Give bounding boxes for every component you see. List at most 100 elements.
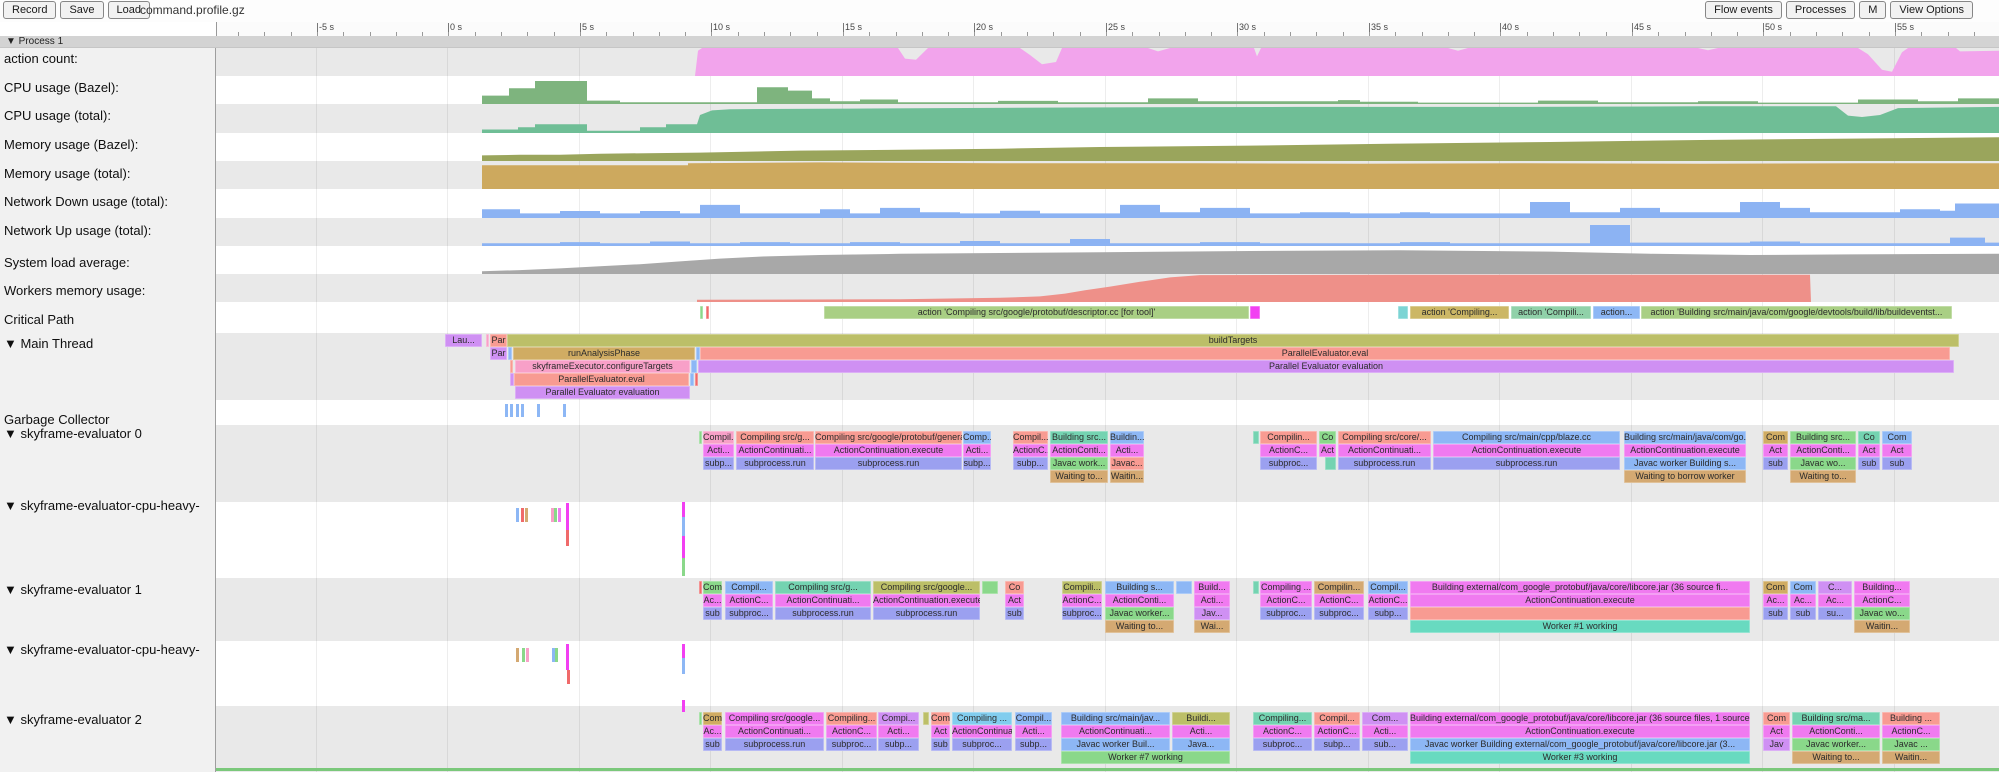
trace-slice[interactable]: subproc...: [725, 607, 773, 620]
trace-slice[interactable]: Build...: [1194, 581, 1230, 594]
trace-slice[interactable]: Building src...: [1050, 431, 1108, 444]
trace-slice[interactable]: ActionContinuation.execute: [1433, 444, 1620, 457]
trace-slice[interactable]: [510, 360, 513, 373]
trace-slice[interactable]: Compilin...: [1314, 581, 1364, 594]
trace-slice[interactable]: Worker #7 working: [1061, 751, 1230, 764]
trace-slice[interactable]: ActionContinuati...: [725, 725, 824, 738]
trace-slice[interactable]: [982, 581, 998, 594]
trace-slice[interactable]: subp...: [878, 738, 919, 751]
trace-slice[interactable]: sub: [1763, 607, 1788, 620]
trace-slice[interactable]: Building src/ma...: [1792, 712, 1880, 725]
trace-tick[interactable]: [566, 644, 569, 670]
counter-chart-net-up[interactable]: [216, 218, 1999, 246]
trace-slice[interactable]: Com: [1790, 581, 1816, 594]
trace-slice[interactable]: Waitin...: [1110, 470, 1144, 483]
trace-slice[interactable]: Compili...: [1062, 581, 1102, 594]
trace-slice[interactable]: Building src...: [1790, 431, 1856, 444]
trace-slice[interactable]: Acti...: [1110, 444, 1144, 457]
trace-slice[interactable]: ActionConti...: [1105, 594, 1174, 607]
trace-slice[interactable]: Worker #3 working: [1410, 751, 1750, 764]
trace-slice[interactable]: Ac...: [1790, 594, 1816, 607]
trace-slice[interactable]: ActionContinuation.execute: [815, 444, 962, 457]
trace-slice[interactable]: subp...: [1015, 738, 1052, 751]
trace-slice[interactable]: Javac wo...: [1854, 607, 1910, 620]
trace-slice[interactable]: Compiling...: [1253, 712, 1312, 725]
trace-slice[interactable]: Co: [1319, 431, 1336, 444]
toolbar-button-flow-events[interactable]: Flow events: [1705, 1, 1782, 19]
trace-slice[interactable]: [699, 581, 702, 594]
trace-slice[interactable]: action 'Compili...: [1511, 306, 1591, 319]
trace-slice[interactable]: Acti...: [878, 725, 919, 738]
trace-slice[interactable]: [699, 712, 702, 725]
trace-slice[interactable]: Building src/main/jav...: [1061, 712, 1170, 725]
trace-slice[interactable]: subprocess.run: [775, 607, 871, 620]
trace-slice[interactable]: [1398, 306, 1408, 319]
trace-slice[interactable]: [486, 334, 489, 347]
trace-slice[interactable]: Compiling ...: [952, 712, 1012, 725]
trace-slice[interactable]: ParallelEvaluator.eval: [700, 347, 1950, 360]
trace-tick[interactable]: [505, 404, 508, 417]
trace-slice[interactable]: Par: [490, 347, 507, 360]
trace-slice[interactable]: Jav...: [1194, 607, 1230, 620]
trace-slice[interactable]: Com: [703, 712, 722, 725]
trace-slice[interactable]: Waitin...: [1854, 620, 1910, 633]
trace-slice[interactable]: subprocess.run: [873, 607, 980, 620]
trace-slice[interactable]: Com: [1763, 712, 1790, 725]
trace-tick[interactable]: [526, 648, 529, 662]
track-label-collapsible[interactable]: ▼ skyframe-evaluator-cpu-heavy-: [4, 642, 200, 657]
trace-slice[interactable]: ActionC...: [1062, 594, 1102, 607]
trace-slice[interactable]: Act: [1858, 444, 1880, 457]
trace-slice[interactable]: [1253, 431, 1259, 444]
trace-tick[interactable]: [682, 502, 685, 517]
trace-tick[interactable]: [682, 536, 685, 558]
trace-tick[interactable]: [537, 404, 540, 417]
trace-slice[interactable]: Building external/com_google_protobuf/ja…: [1410, 581, 1750, 594]
trace-slice[interactable]: Co: [1005, 581, 1024, 594]
trace-slice[interactable]: [508, 347, 512, 360]
trace-slice[interactable]: subprocess.run: [1433, 457, 1620, 470]
trace-tick[interactable]: [563, 404, 566, 417]
trace-slice[interactable]: action 'Building src/main/java/com/googl…: [1641, 306, 1952, 319]
trace-slice[interactable]: ActionContinuation.execute: [1410, 594, 1750, 607]
trace-slice[interactable]: Co: [1858, 431, 1880, 444]
trace-slice[interactable]: ActionC...: [1314, 725, 1360, 738]
trace-slice[interactable]: ActionContinuation.execute: [1624, 444, 1746, 457]
counter-chart-workers-mem[interactable]: [216, 274, 1999, 302]
trace-slice[interactable]: action 'Compiling...: [1410, 306, 1509, 319]
trace-slice[interactable]: sub: [703, 607, 722, 620]
trace-slice[interactable]: Building external/com_google_protobuf/ja…: [1410, 712, 1750, 725]
trace-slice[interactable]: Ac...: [703, 594, 722, 607]
trace-slice[interactable]: skyframeExecutor.configureTargets: [515, 360, 690, 373]
trace-slice[interactable]: Ac...: [1818, 594, 1852, 607]
trace-slice[interactable]: ActionConti...: [1792, 725, 1880, 738]
trace-slice[interactable]: ActionC...: [1854, 594, 1910, 607]
trace-tick[interactable]: [682, 517, 685, 536]
trace-slice[interactable]: [1176, 581, 1192, 594]
trace-slice[interactable]: Parallel Evaluator evaluation: [698, 360, 1954, 373]
timeline-ruler[interactable]: -5 s0 s5 s10 s15 s20 s25 s30 s35 s40 s45…: [216, 22, 1999, 36]
trace-slice[interactable]: C...: [1818, 581, 1852, 594]
trace-slice[interactable]: sub: [1858, 457, 1880, 470]
trace-slice[interactable]: Com: [1882, 431, 1912, 444]
trace-slice[interactable]: Parallel Evaluator evaluation: [515, 386, 690, 399]
trace-slice[interactable]: Act: [1882, 444, 1912, 457]
trace-slice[interactable]: sub: [1005, 607, 1024, 620]
trace-slice[interactable]: [923, 712, 929, 725]
trace-slice[interactable]: Buildin...: [1110, 431, 1144, 444]
trace-slice[interactable]: subproc...: [1314, 607, 1364, 620]
track-label-collapsible[interactable]: ▼ skyframe-evaluator 1: [4, 582, 142, 597]
trace-slice[interactable]: ActionC...: [826, 725, 877, 738]
trace-slice[interactable]: subproc...: [952, 738, 1012, 751]
trace-slice[interactable]: ActionConti...: [1050, 444, 1108, 457]
trace-slice[interactable]: Compiling src/g...: [736, 431, 814, 444]
trace-slice[interactable]: ActionContinuation.execute: [1410, 725, 1750, 738]
counter-chart-net-down[interactable]: [216, 189, 1999, 218]
trace-slice[interactable]: Building s...: [1105, 581, 1174, 594]
trace-slice[interactable]: Lau...: [445, 334, 482, 347]
trace-slice[interactable]: subprocess.run: [1338, 457, 1431, 470]
trace-slice[interactable]: [691, 360, 697, 373]
trace-slice[interactable]: sub...: [1362, 738, 1408, 751]
trace-slice[interactable]: Comp...: [963, 431, 991, 444]
trace-slice[interactable]: ActionContinuation.execute: [873, 594, 980, 607]
trace-slice[interactable]: ActionC...: [1013, 444, 1048, 457]
